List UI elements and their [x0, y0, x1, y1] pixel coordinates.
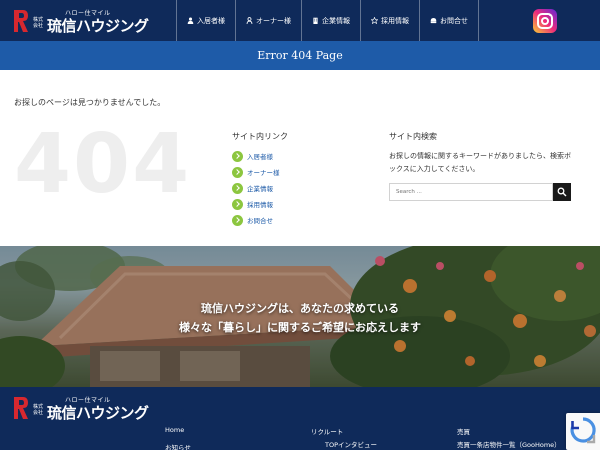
logo-company-type: 株式会社 — [33, 17, 44, 29]
site-link-residents[interactable]: 入居者様 — [232, 148, 280, 164]
logo-name: 琉信ハウジング — [47, 17, 149, 35]
nav-label: 企業情報 — [322, 16, 350, 25]
footer-link-news[interactable]: お知らせ — [165, 442, 191, 450]
site-link-label: お問合せ — [247, 217, 273, 225]
site-search-description: お探しの情報に関するキーワードがありましたら、検索ボックスに入力してください。 — [389, 152, 571, 173]
site-footer: ハロー住マイル 株式会社 琉信ハウジング Home お知らせ リクルート TOP… — [0, 387, 600, 450]
chevron-right-icon — [232, 182, 243, 194]
footer-link-top-interview[interactable]: TOPインタビュー — [325, 439, 377, 449]
footer-link-sales[interactable]: 売買 — [457, 426, 470, 436]
logo-mark-icon — [14, 10, 28, 32]
logo-mark-icon — [14, 397, 28, 419]
logo-name: 琉信ハウジング — [47, 404, 149, 422]
contact-icon — [430, 18, 437, 24]
nav-item-residents[interactable]: 入居者様 — [176, 0, 235, 41]
nav-item-contact[interactable]: お問合せ — [419, 0, 479, 41]
star-icon — [371, 17, 378, 24]
instagram-lens — [541, 17, 549, 25]
nav-label: 入居者様 — [197, 16, 225, 25]
site-link-owners[interactable]: オーナー様 — [232, 164, 280, 180]
footer-link-home[interactable]: Home — [165, 426, 184, 434]
nav-label: オーナー様 — [256, 16, 291, 25]
nav-item-company[interactable]: 企業情報 — [301, 0, 360, 41]
error-code-watermark: 404 — [14, 117, 192, 212]
search-input[interactable] — [389, 183, 553, 201]
footer-link-recruit[interactable]: リクルート — [311, 426, 343, 436]
not-found-message: お探しのページは見つかりませんでした。 — [14, 98, 166, 107]
building-icon — [313, 17, 318, 24]
site-link-company[interactable]: 企業情報 — [232, 180, 280, 196]
site-header: ハロー住マイル 株式会社 琉信ハウジング 入居者様 オーナー様 企業情報 採用情… — [0, 0, 600, 41]
site-link-label: 企業情報 — [247, 185, 273, 193]
nav-item-owners[interactable]: オーナー様 — [235, 0, 301, 41]
house-and-garden-illustration — [0, 246, 600, 387]
chevron-right-icon — [232, 214, 243, 226]
hero-banner-image — [0, 246, 600, 387]
site-link-contact[interactable]: お問合せ — [232, 212, 280, 228]
site-link-label: オーナー様 — [247, 169, 280, 177]
nav-item-recruit[interactable]: 採用情報 — [360, 0, 419, 41]
page-title: Error 404 Page — [257, 49, 343, 62]
search-icon — [557, 187, 567, 197]
chevron-right-icon — [232, 166, 243, 178]
site-logo[interactable]: ハロー住マイル 株式会社 琉信ハウジング — [13, 9, 149, 35]
site-link-label: 入居者様 — [247, 153, 273, 161]
site-link-recruit[interactable]: 採用情報 — [232, 196, 280, 212]
footer-logo[interactable]: ハロー住マイル 株式会社 琉信ハウジング — [13, 396, 149, 422]
search-button[interactable] — [553, 183, 571, 201]
site-link-label: 採用情報 — [247, 201, 273, 209]
nav-label: お問合せ — [440, 16, 468, 25]
owner-icon — [246, 17, 253, 24]
main-nav: 入居者様 オーナー様 企業情報 採用情報 お問合せ — [176, 0, 479, 41]
page-title-band: Error 404 Page — [0, 41, 600, 70]
banner-headline-line2: 様々な「暮らし」に関するご希望にお応えします — [179, 321, 421, 334]
logo-company-type: 株式会社 — [33, 404, 44, 416]
banner-headline-line1: 琉信ハウジングは、あなたの求めている — [201, 302, 399, 315]
instagram-icon[interactable] — [533, 9, 557, 33]
recaptcha-badge[interactable] — [566, 413, 600, 450]
site-links-heading: サイト内リンク — [232, 132, 288, 141]
site-search-heading: サイト内検索 — [389, 132, 437, 141]
site-links-list: 入居者様 オーナー様 企業情報 採用情報 お問合せ — [232, 148, 280, 228]
chevron-right-icon — [232, 198, 243, 210]
person-icon — [187, 17, 194, 24]
chevron-right-icon — [232, 150, 243, 162]
recaptcha-icon — [570, 417, 596, 444]
footer-link-sales-list[interactable]: 売買一条店物件一覧（GooHome） — [457, 439, 561, 449]
nav-label: 採用情報 — [381, 16, 409, 25]
instagram-flash — [549, 14, 551, 16]
